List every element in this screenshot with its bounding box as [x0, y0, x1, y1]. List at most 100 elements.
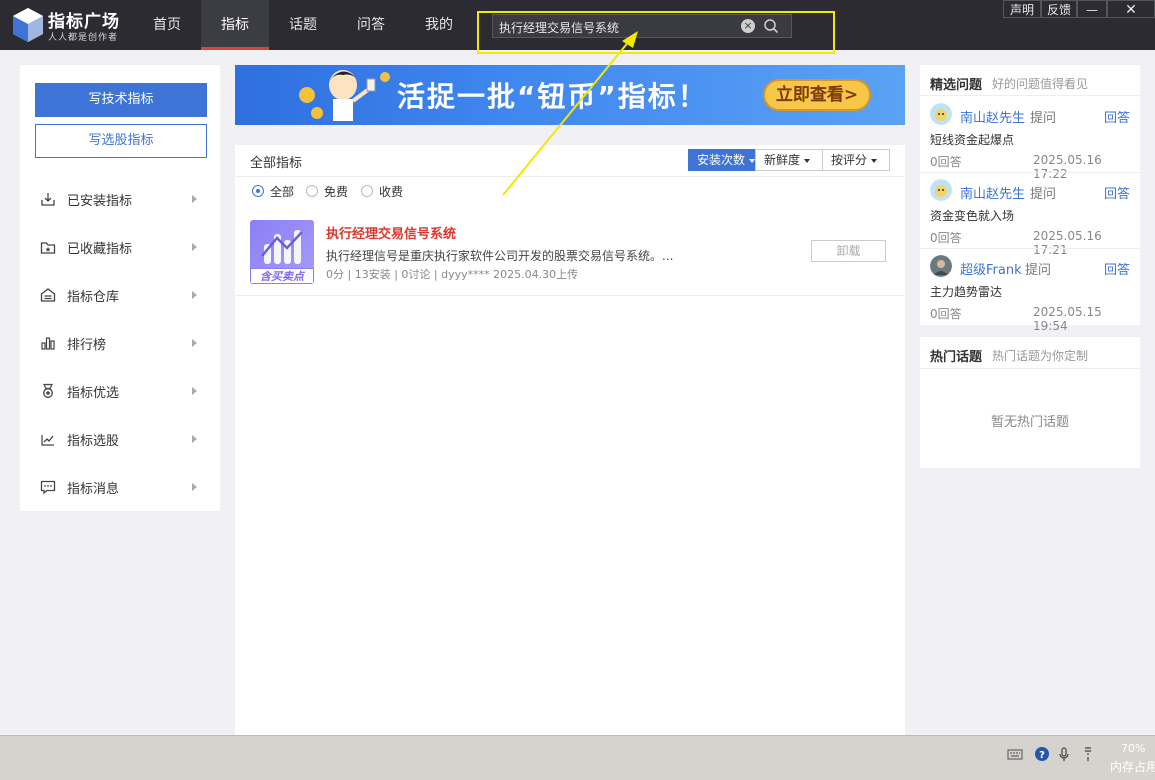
divider: [235, 295, 905, 296]
chevron-right-icon: [192, 195, 197, 203]
hot-topics-empty-message: 暂无热门话题: [990, 415, 1069, 430]
sidebar-item-label: 指标仓库: [67, 290, 120, 305]
featured-questions-subtitle: 好的问题值得看见: [992, 77, 1089, 91]
sidebar-item-ranking[interactable]: 排行榜: [20, 325, 220, 361]
nav-mine[interactable]: 我的: [409, 0, 469, 50]
question-text[interactable]: 资金变色就入场: [930, 207, 1014, 224]
featured-questions-title: 精选问题: [930, 78, 983, 93]
search-highlight-box: [477, 11, 835, 54]
memory-percent: 70%: [1121, 742, 1146, 755]
sidebar-item-warehouse[interactable]: 指标仓库: [20, 277, 220, 313]
hot-topics-panel: 热门话题 热门话题为你定制 暂无热门话题: [920, 337, 1140, 468]
buy-sell-badge: 含买卖点: [250, 268, 314, 284]
divider: [920, 172, 1140, 173]
minimize-button[interactable]: —: [1077, 0, 1107, 18]
ask-label: 提问: [1025, 263, 1052, 278]
sidebar-item-messages[interactable]: 指标消息: [20, 469, 220, 505]
featured-questions-panel: 精选问题 好的问题值得看见 南山赵先生 提问 回答 短线资金起爆点 0回答 20…: [920, 65, 1140, 333]
feedback-button[interactable]: 反馈: [1041, 0, 1077, 18]
filter-radio-all[interactable]: [252, 185, 264, 197]
chevron-right-icon: [192, 435, 197, 443]
nav-qa[interactable]: 问答: [341, 0, 401, 50]
help-icon[interactable]: ?: [1034, 746, 1050, 762]
sidebar-item-favorites[interactable]: 已收藏指标: [20, 229, 220, 265]
answer-link[interactable]: 回答: [1104, 107, 1130, 126]
ask-label: 提问: [1030, 111, 1057, 126]
write-tech-indicator-button[interactable]: 写技术指标: [35, 83, 207, 117]
filter-radio-paid[interactable]: [361, 185, 373, 197]
chevron-right-icon: [192, 339, 197, 347]
warehouse-icon: [40, 288, 56, 302]
close-button[interactable]: ✕: [1107, 0, 1155, 18]
sidebar-item-label: 已收藏指标: [67, 242, 133, 257]
filter-label-free[interactable]: 免费: [324, 183, 348, 200]
logo-title: 指标广场: [48, 12, 120, 32]
filter-radio-free[interactable]: [306, 185, 318, 197]
sidebar-item-label: 排行榜: [67, 338, 107, 353]
banner-view-now-button[interactable]: 立即查看>: [763, 79, 871, 111]
sort-by-rating[interactable]: 按评分: [822, 149, 890, 171]
cartoon-character-illustration: [299, 70, 390, 121]
sidebar-item-stock-picking[interactable]: 指标选股: [20, 421, 220, 457]
chevron-right-icon: [192, 387, 197, 395]
sidebar-item-label: 指标消息: [67, 482, 120, 497]
sort-label: 安装次数: [697, 153, 746, 167]
indicator-list-panel: 全部指标 安装次数 新鲜度 按评分 全部 免费 收费 含买卖点 执行经理交易信号…: [235, 145, 905, 735]
sidebar-item-selected[interactable]: 指标优选: [20, 373, 220, 409]
write-stock-indicator-button[interactable]: 写选股指标: [35, 124, 207, 158]
sort-by-freshness[interactable]: 新鲜度: [755, 149, 823, 171]
sort-label: 按评分: [831, 153, 868, 167]
bar-chart-icon: [41, 337, 55, 350]
nav-indicators[interactable]: 指标: [201, 0, 269, 50]
input-method-icon[interactable]: [1080, 746, 1096, 762]
question-user[interactable]: 南山赵先生: [960, 107, 1025, 126]
download-box-icon: [41, 193, 55, 206]
question-user[interactable]: 南山赵先生: [960, 183, 1025, 202]
microphone-icon[interactable]: [1056, 746, 1072, 762]
promo-banner[interactable]: 活捉一批“钮币”指标！ 立即查看>: [235, 65, 905, 125]
answer-link[interactable]: 回答: [1104, 259, 1130, 278]
uninstall-button[interactable]: 卸载: [811, 240, 886, 262]
caret-down-icon: [804, 158, 811, 163]
question-time: 2025.05.15 19:54: [1033, 305, 1102, 333]
answer-count: 0回答: [930, 307, 962, 321]
chevron-right-icon: [192, 243, 197, 251]
answer-count: 0回答: [930, 231, 962, 245]
trend-icon: [41, 435, 54, 446]
logo-subtitle: 人人都是创作者: [48, 33, 119, 43]
divider: [920, 248, 1140, 249]
nav-topics[interactable]: 话题: [273, 0, 333, 50]
question-text[interactable]: 短线资金起爆点: [930, 131, 1014, 148]
indicator-title[interactable]: 执行经理交易信号系统: [326, 223, 456, 242]
ask-label: 提问: [1030, 187, 1057, 202]
indicator-thumbnail[interactable]: 含买卖点: [250, 220, 314, 284]
nav-home[interactable]: 首页: [137, 0, 197, 50]
memory-label: 内存占用: [1110, 760, 1155, 774]
chevron-right-icon: [192, 291, 197, 299]
avatar[interactable]: [930, 103, 952, 125]
sidebar-item-label: 指标优选: [67, 386, 120, 401]
filter-label-all[interactable]: 全部: [270, 183, 294, 200]
sort-by-installs[interactable]: 安装次数: [688, 149, 756, 171]
banner-headline: 活捉一批“钮币”指标！: [397, 80, 708, 113]
question-user[interactable]: 超级Frank: [960, 259, 1022, 278]
caret-down-icon: [871, 158, 878, 163]
avatar[interactable]: [930, 179, 952, 201]
folder-star-icon: [40, 242, 56, 254]
filter-label-paid[interactable]: 收费: [379, 183, 403, 200]
divider: [920, 368, 1140, 369]
hot-topics-title: 热门话题: [930, 350, 983, 365]
list-title: 全部指标: [250, 156, 303, 171]
indicator-meta: 0分 | 13安装 | 0讨论 | dyyy**** 2025.04.30上传: [326, 268, 579, 281]
keyboard-icon[interactable]: [1007, 746, 1023, 762]
answer-link[interactable]: 回答: [1104, 183, 1130, 202]
sort-label: 新鲜度: [764, 153, 801, 167]
chart-bars-icon: [261, 230, 303, 264]
sidebar-item-installed[interactable]: 已安装指标: [20, 181, 220, 217]
divider: [235, 176, 905, 177]
avatar[interactable]: [930, 255, 952, 277]
message-icon: [40, 480, 56, 495]
medal-icon: [43, 383, 53, 398]
statement-button[interactable]: 声明: [1003, 0, 1041, 18]
question-text[interactable]: 主力趋势雷达: [930, 283, 1002, 300]
